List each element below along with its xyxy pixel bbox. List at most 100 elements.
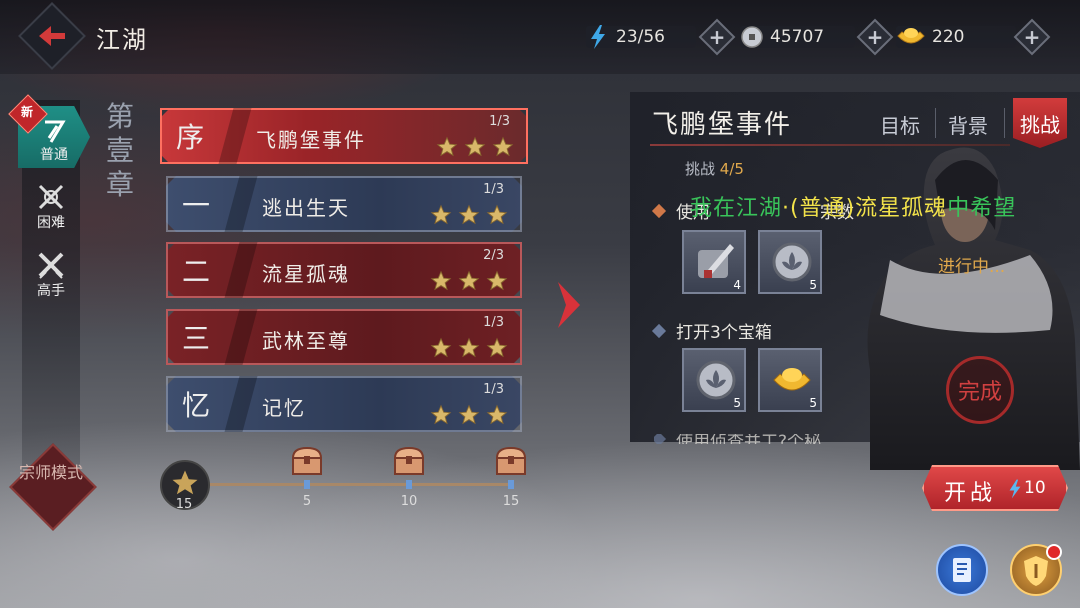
crossed-swords-icon <box>38 184 64 210</box>
silver-coin-icon <box>740 25 764 49</box>
in-progress-status: 进行中... <box>938 257 1006 277</box>
stage-stars <box>430 204 508 226</box>
star-icon <box>430 404 452 425</box>
star-icon <box>458 404 480 425</box>
milestone-label: 10 <box>400 494 418 509</box>
stage-progress: 1/3 <box>483 315 504 330</box>
stage-name: 记忆 <box>262 396 306 420</box>
reward-item[interactable]: 5 <box>758 348 822 412</box>
master-mode-label: 宗师模式 <box>18 463 83 482</box>
milestone-label: 15 <box>502 494 520 509</box>
chapter-label: 第壹章 <box>106 100 135 201</box>
tab-hard-label: 困难 <box>37 215 65 231</box>
tab-hard[interactable]: 困难 <box>22 174 80 236</box>
stage-name: 逃出生天 <box>262 196 350 220</box>
tab-challenge[interactable]: 挑战 <box>1013 98 1067 148</box>
track-marker <box>304 480 310 489</box>
milestone-label: 5 <box>302 494 312 509</box>
stage-progress: 2/3 <box>483 248 504 263</box>
track-marker <box>406 480 412 489</box>
stage-number: 一 <box>182 189 211 222</box>
completed-stamp: 完成 <box>946 356 1014 424</box>
objective-2: 打开3个宝箱 <box>651 318 772 343</box>
reward-item[interactable]: 5 <box>682 348 746 412</box>
objective-3: 使用侦查并工?个秘 <box>654 434 821 444</box>
star-icon <box>458 204 480 225</box>
lightning-icon <box>1009 479 1021 499</box>
stage-item[interactable]: 二 流星孤魂 2/3 <box>166 242 522 298</box>
stage-item[interactable]: 序 飞鹏堡事件 1/3 <box>160 108 528 164</box>
reward-item[interactable]: 5 <box>758 230 822 294</box>
stage-progress: 1/3 <box>483 182 504 197</box>
star-count: 15 <box>175 497 193 512</box>
star-icon <box>436 136 458 157</box>
silver-display: 45707 <box>740 23 855 51</box>
treasure-chest-icon[interactable] <box>392 446 426 476</box>
track-marker <box>508 480 514 489</box>
star-icon <box>458 270 480 291</box>
tab-goal[interactable]: 目标 <box>880 110 920 139</box>
objective-2-text: 打开3个宝箱 <box>676 323 772 343</box>
quest-log-button[interactable] <box>936 544 988 596</box>
stage-progress: 1/3 <box>489 114 510 129</box>
tab-expert[interactable]: 高手 <box>22 242 80 304</box>
sword-slash-icon <box>45 120 66 143</box>
reward-item[interactable]: 4 <box>682 230 746 294</box>
crossed-blades-icon <box>38 252 64 279</box>
stage-name: 武林至尊 <box>262 329 350 353</box>
stamina-value: 23/56 <box>616 27 665 47</box>
tab-divider <box>935 108 936 138</box>
reward-count: 5 <box>809 278 817 292</box>
objective-3-text: 使用侦查并工?个秘 <box>676 434 822 444</box>
tab-background[interactable]: 背景 <box>948 110 988 139</box>
chevron-right-icon[interactable] <box>554 280 584 330</box>
challenge-label: 挑战 <box>685 160 716 178</box>
notification-dot <box>1046 544 1062 560</box>
marquee-part-2: ·(普通)流星孤魂 <box>782 196 948 221</box>
stage-stars <box>430 270 508 292</box>
gold-ingot-icon <box>773 368 811 391</box>
stage-progress: 1/3 <box>483 382 504 397</box>
stage-number: 二 <box>182 255 211 288</box>
gold-display: 220 <box>896 23 1016 51</box>
title-underline <box>650 144 1010 146</box>
broadcast-marquee: 我在江湖·(普通)流星孤魂中希望 <box>690 190 1080 222</box>
reward-count: 5 <box>733 396 741 410</box>
gold-ingot-icon <box>896 25 926 49</box>
start-battle-button[interactable]: 开战 10 <box>922 465 1068 511</box>
star-icon <box>486 270 508 291</box>
add-stamina-button[interactable]: + <box>702 22 732 52</box>
treasure-chest-icon[interactable] <box>290 446 324 476</box>
stage-item[interactable]: 忆 记忆 1/3 <box>166 376 522 432</box>
reward-count: 5 <box>809 396 817 410</box>
add-gold-button[interactable]: + <box>1017 22 1047 52</box>
start-battle-label: 开战 <box>944 481 997 506</box>
star-icon <box>492 136 514 157</box>
new-badge-label: 新 <box>20 105 33 119</box>
star-icon <box>430 270 452 291</box>
stage-item[interactable]: 三 武林至尊 1/3 <box>166 309 522 365</box>
tab-normal-label: 普通 <box>40 147 68 163</box>
stamina-cost: 10 <box>1024 478 1046 498</box>
scroll-icon <box>953 558 971 582</box>
star-icon <box>430 204 452 225</box>
star-icon <box>486 404 508 425</box>
stage-number: 忆 <box>182 389 211 422</box>
star-progress-track <box>200 483 510 486</box>
star-icon <box>464 136 486 157</box>
challenge-count: 4/5 <box>719 160 744 178</box>
lightning-icon <box>586 25 610 49</box>
star-icon <box>486 337 508 358</box>
tab-expert-label: 高手 <box>37 283 65 299</box>
stage-stars <box>430 337 508 359</box>
add-silver-button[interactable]: + <box>860 22 890 52</box>
marquee-part-1: 我在江湖 <box>690 196 783 221</box>
treasure-chest-icon[interactable] <box>494 446 528 476</box>
star-icon <box>486 204 508 225</box>
stage-item[interactable]: 一 逃出生天 1/3 <box>166 176 522 232</box>
back-arrow-icon[interactable] <box>32 16 72 56</box>
stage-number: 三 <box>182 322 211 355</box>
reward-count: 4 <box>733 278 741 292</box>
silver-lotus-coin-icon <box>696 360 736 400</box>
master-mode-button[interactable]: 宗师模式 <box>9 443 97 531</box>
